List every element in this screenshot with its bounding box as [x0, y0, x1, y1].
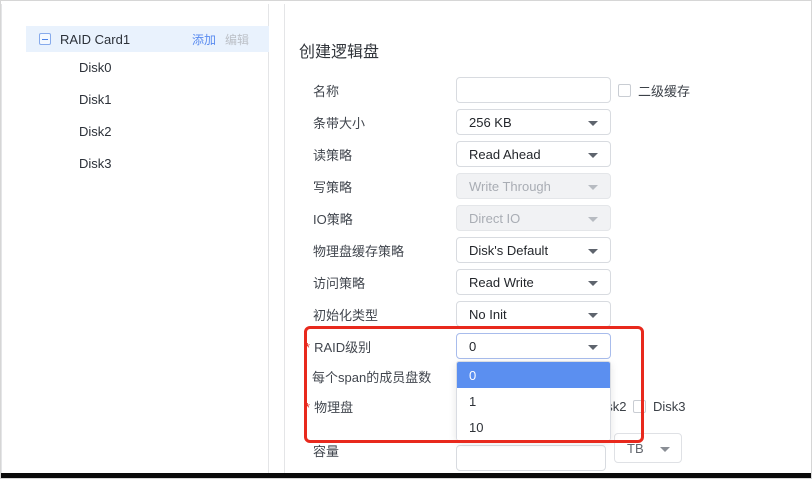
collapse-minus-icon[interactable] [39, 33, 51, 45]
edit-link: 编辑 [225, 31, 249, 48]
capacity-unit-select[interactable]: TB [614, 433, 682, 463]
form-row-write-policy: 写策略 Write Through [285, 173, 812, 199]
chevron-down-icon [588, 281, 598, 286]
raid-level-label-text: RAID级别 [314, 340, 371, 355]
access-policy-label: 访问策略 [313, 273, 365, 292]
tree-node-disk3[interactable]: Disk3 [26, 147, 269, 179]
physical-disk-label-text: 物理盘 [314, 400, 353, 415]
access-policy-value: Read Write [469, 275, 534, 290]
screenshot-frame: RAID Card1 添加 编辑 Disk0 Disk1 Disk2 Disk3… [0, 0, 812, 479]
form-row-io-policy: IO策略 Direct IO [285, 205, 812, 231]
add-link[interactable]: 添加 [192, 31, 216, 48]
disk3-checkbox[interactable] [633, 400, 646, 413]
form-row-access-policy: 访问策略 Read Write [285, 269, 812, 295]
pd-cache-policy-select[interactable]: Disk's Default [456, 237, 611, 263]
init-type-select[interactable]: No Init [456, 301, 611, 327]
raid-level-label: * RAID级别 [305, 337, 371, 356]
chevron-down-icon [660, 447, 670, 452]
stripe-size-value: 256 KB [469, 115, 512, 130]
left-panel-left-border [1, 4, 2, 473]
raid-card-label: RAID Card1 [60, 32, 183, 47]
io-policy-value: Direct IO [469, 211, 520, 226]
init-type-label: 初始化类型 [313, 305, 378, 324]
capacity-input[interactable] [456, 445, 606, 471]
bottom-border-bar [1, 473, 811, 478]
pd-cache-policy-label: 物理盘缓存策略 [313, 241, 404, 260]
chevron-down-icon [588, 249, 598, 254]
secondary-cache-option: 二级缓存 [618, 77, 690, 103]
form-row-name: 名称 二级缓存 [285, 77, 812, 103]
form-row-read-policy: 读策略 Read Ahead [285, 141, 812, 167]
io-policy-label: IO策略 [313, 209, 353, 228]
read-policy-select[interactable]: Read Ahead [456, 141, 611, 167]
chevron-down-icon [588, 313, 598, 318]
dropdown-option-0[interactable]: 0 [457, 362, 610, 388]
name-label: 名称 [313, 81, 339, 100]
pd-cache-policy-value: Disk's Default [469, 243, 548, 258]
init-type-value: No Init [469, 307, 507, 322]
raid-level-value: 0 [469, 339, 476, 354]
write-policy-label: 写策略 [313, 177, 352, 196]
chevron-down-icon [588, 153, 598, 158]
chevron-down-icon [588, 345, 598, 350]
name-input[interactable] [456, 77, 611, 103]
access-policy-select[interactable]: Read Write [456, 269, 611, 295]
capacity-label: 容量 [313, 441, 339, 460]
write-policy-value: Write Through [469, 179, 551, 194]
write-policy-select: Write Through [456, 173, 611, 199]
read-policy-value: Read Ahead [469, 147, 541, 162]
required-asterisk: * [305, 400, 310, 415]
span-members-label: 每个span的成员盘数 [312, 367, 431, 386]
disk3-option: Disk3 [633, 393, 686, 419]
secondary-cache-label: 二级缓存 [638, 81, 690, 100]
physical-disk-label: * 物理盘 [305, 397, 353, 416]
tree-node-disk0[interactable]: Disk0 [26, 51, 269, 83]
stripe-size-select[interactable]: 256 KB [456, 109, 611, 135]
create-logical-disk-panel: 创建逻辑盘 名称 二级缓存 条带大小 256 KB 读策略 Read Ahead [285, 1, 812, 475]
tree-node-raid-card[interactable]: RAID Card1 添加 编辑 [26, 26, 269, 52]
chevron-down-icon [588, 185, 598, 190]
capacity-unit-value: TB [627, 441, 644, 456]
secondary-cache-checkbox[interactable] [618, 84, 631, 97]
form-row-pd-cache-policy: 物理盘缓存策略 Disk's Default [285, 237, 812, 263]
read-policy-label: 读策略 [313, 145, 352, 164]
io-policy-select: Direct IO [456, 205, 611, 231]
tree-node-disk2[interactable]: Disk2 [26, 115, 269, 147]
chevron-down-icon [588, 121, 598, 126]
chevron-down-icon [588, 217, 598, 222]
disk-list: Disk0 Disk1 Disk2 Disk3 [26, 51, 269, 179]
required-asterisk: * [305, 340, 310, 355]
stripe-size-label: 条带大小 [313, 113, 365, 132]
disk3-checkbox-label: Disk3 [653, 399, 686, 414]
dropdown-option-10[interactable]: 10 [457, 414, 610, 440]
page-title: 创建逻辑盘 [299, 38, 379, 62]
dropdown-option-1[interactable]: 1 [457, 388, 610, 414]
tree-node-disk1[interactable]: Disk1 [26, 83, 269, 115]
raid-level-dropdown: 0 1 10 [456, 361, 611, 441]
form-row-init-type: 初始化类型 No Init [285, 301, 812, 327]
form-row-stripe-size: 条带大小 256 KB [285, 109, 812, 135]
form-row-raid-level: * RAID级别 0 [285, 333, 812, 359]
raid-level-select[interactable]: 0 [456, 333, 611, 359]
